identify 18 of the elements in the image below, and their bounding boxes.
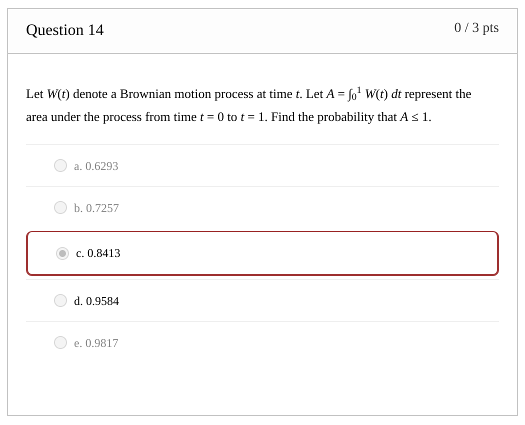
answer-option[interactable]: d. 0.9584 — [26, 279, 499, 321]
question-text: Let W(t) denote a Brownian motion process at time t. Let A = ∫$_{0}$$^{1}$ W(t) dt represent the area under the process from time t = 0 to t = 1. Find the probability that A ≤ 1. — [26, 84, 472, 126]
answer-option[interactable]: e. 0.9817 — [26, 321, 499, 363]
radio-button[interactable] — [54, 159, 67, 172]
answer-option[interactable]: b. 0.7257 — [26, 186, 499, 228]
radio-button[interactable] — [56, 246, 69, 260]
option-label: a. 0.6293 — [74, 158, 118, 174]
points-label: 0 / 3 pts — [454, 20, 499, 38]
option-label: c. 0.8413 — [76, 245, 120, 262]
question-title: Question 14 — [26, 21, 104, 41]
radio-button[interactable] — [54, 336, 67, 349]
radio-button[interactable] — [54, 294, 67, 307]
option-label: d. 0.9584 — [74, 292, 119, 310]
answer-option[interactable]: a. 0.6293 — [26, 144, 499, 186]
answer-option[interactable]: c. 0.8413 — [26, 231, 499, 276]
option-label: e. 0.9817 — [74, 334, 118, 352]
option-label: b. 0.7257 — [74, 200, 119, 216]
radio-button[interactable] — [54, 201, 67, 214]
